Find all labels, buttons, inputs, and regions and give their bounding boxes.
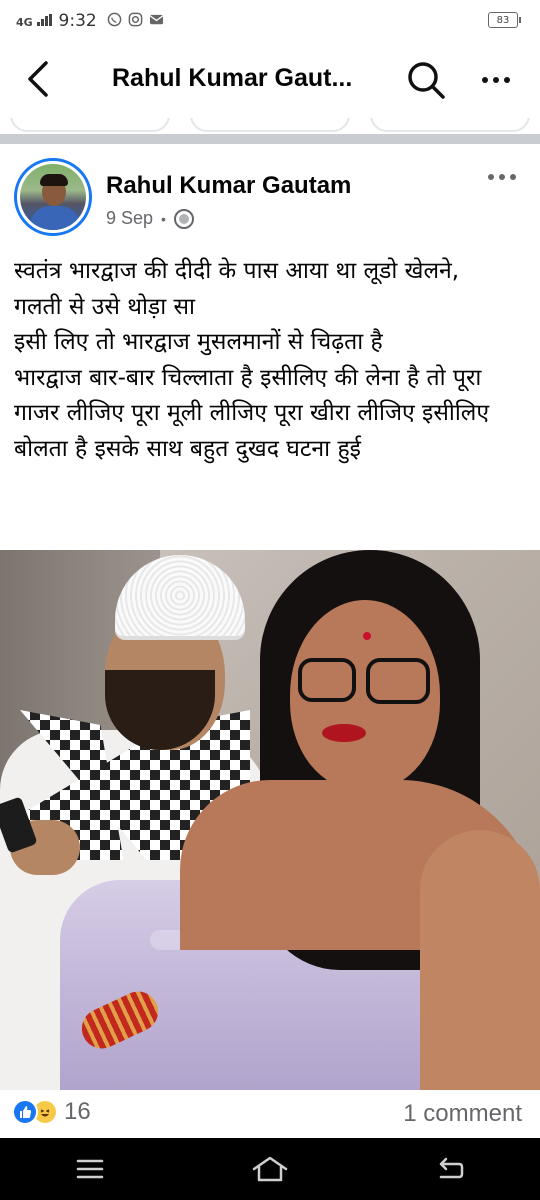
- recent-apps-button[interactable]: [60, 1144, 120, 1194]
- network-signal-icon: 4G: [16, 14, 53, 28]
- back-button[interactable]: [18, 56, 58, 102]
- post-text: स्वतंत्र भारद्वाज की दीदी के पास आया था …: [14, 258, 490, 462]
- battery-level: 83: [496, 14, 510, 26]
- back-system-button[interactable]: [420, 1144, 480, 1194]
- reaction-count: 16: [64, 1098, 91, 1125]
- mail-icon: [149, 12, 164, 31]
- notification-icons: [107, 12, 164, 31]
- battery-icon: 83: [488, 12, 521, 28]
- post-date[interactable]: 9 Sep: [106, 208, 153, 229]
- system-nav-bar: [0, 1138, 540, 1200]
- more-dots-icon: [482, 77, 488, 83]
- post-footer: 16 1 comment: [0, 1090, 540, 1138]
- peek-button[interactable]: [190, 118, 350, 132]
- more-options-button[interactable]: [472, 56, 520, 104]
- avatar[interactable]: [14, 158, 92, 236]
- more-dots-icon: [488, 174, 494, 180]
- back-arrow-icon: [439, 1157, 464, 1179]
- search-button[interactable]: [402, 56, 450, 104]
- author-name[interactable]: Rahul Kumar Gautam: [106, 172, 351, 200]
- meta-separator: •: [161, 210, 166, 227]
- avatar-image: [20, 164, 86, 230]
- status-bar: 4G 9:32 83: [0, 0, 540, 42]
- search-icon: [408, 62, 445, 99]
- clock: 9:32: [58, 11, 97, 31]
- post-photo[interactable]: [0, 550, 540, 1090]
- peek-button[interactable]: [370, 118, 530, 132]
- page-title: Rahul Kumar Gaut...: [112, 64, 353, 92]
- peek-button[interactable]: [10, 118, 170, 132]
- status-left: 4G 9:32: [16, 11, 164, 31]
- globe-icon: [173, 208, 194, 229]
- feed-separator: [0, 134, 540, 144]
- menu-icon: [76, 1159, 104, 1179]
- home-button[interactable]: [240, 1144, 300, 1194]
- reactions-summary[interactable]: 16: [12, 1098, 91, 1126]
- previous-actions-peek: [0, 118, 540, 134]
- chevron-left-icon: [28, 61, 48, 97]
- whatsapp-icon: [107, 12, 122, 31]
- network-label: 4G: [16, 16, 33, 29]
- photo-glasses: [298, 658, 356, 702]
- like-reaction-icon: [12, 1099, 38, 1125]
- post-meta: 9 Sep •: [106, 208, 194, 229]
- comment-count[interactable]: 1 comment: [403, 1100, 522, 1128]
- post-header: Rahul Kumar Gautam 9 Sep •: [0, 144, 540, 236]
- app-header: Rahul Kumar Gaut...: [0, 42, 540, 118]
- post-options-button[interactable]: [488, 174, 516, 180]
- instagram-icon: [128, 12, 143, 31]
- home-icon: [252, 1156, 288, 1182]
